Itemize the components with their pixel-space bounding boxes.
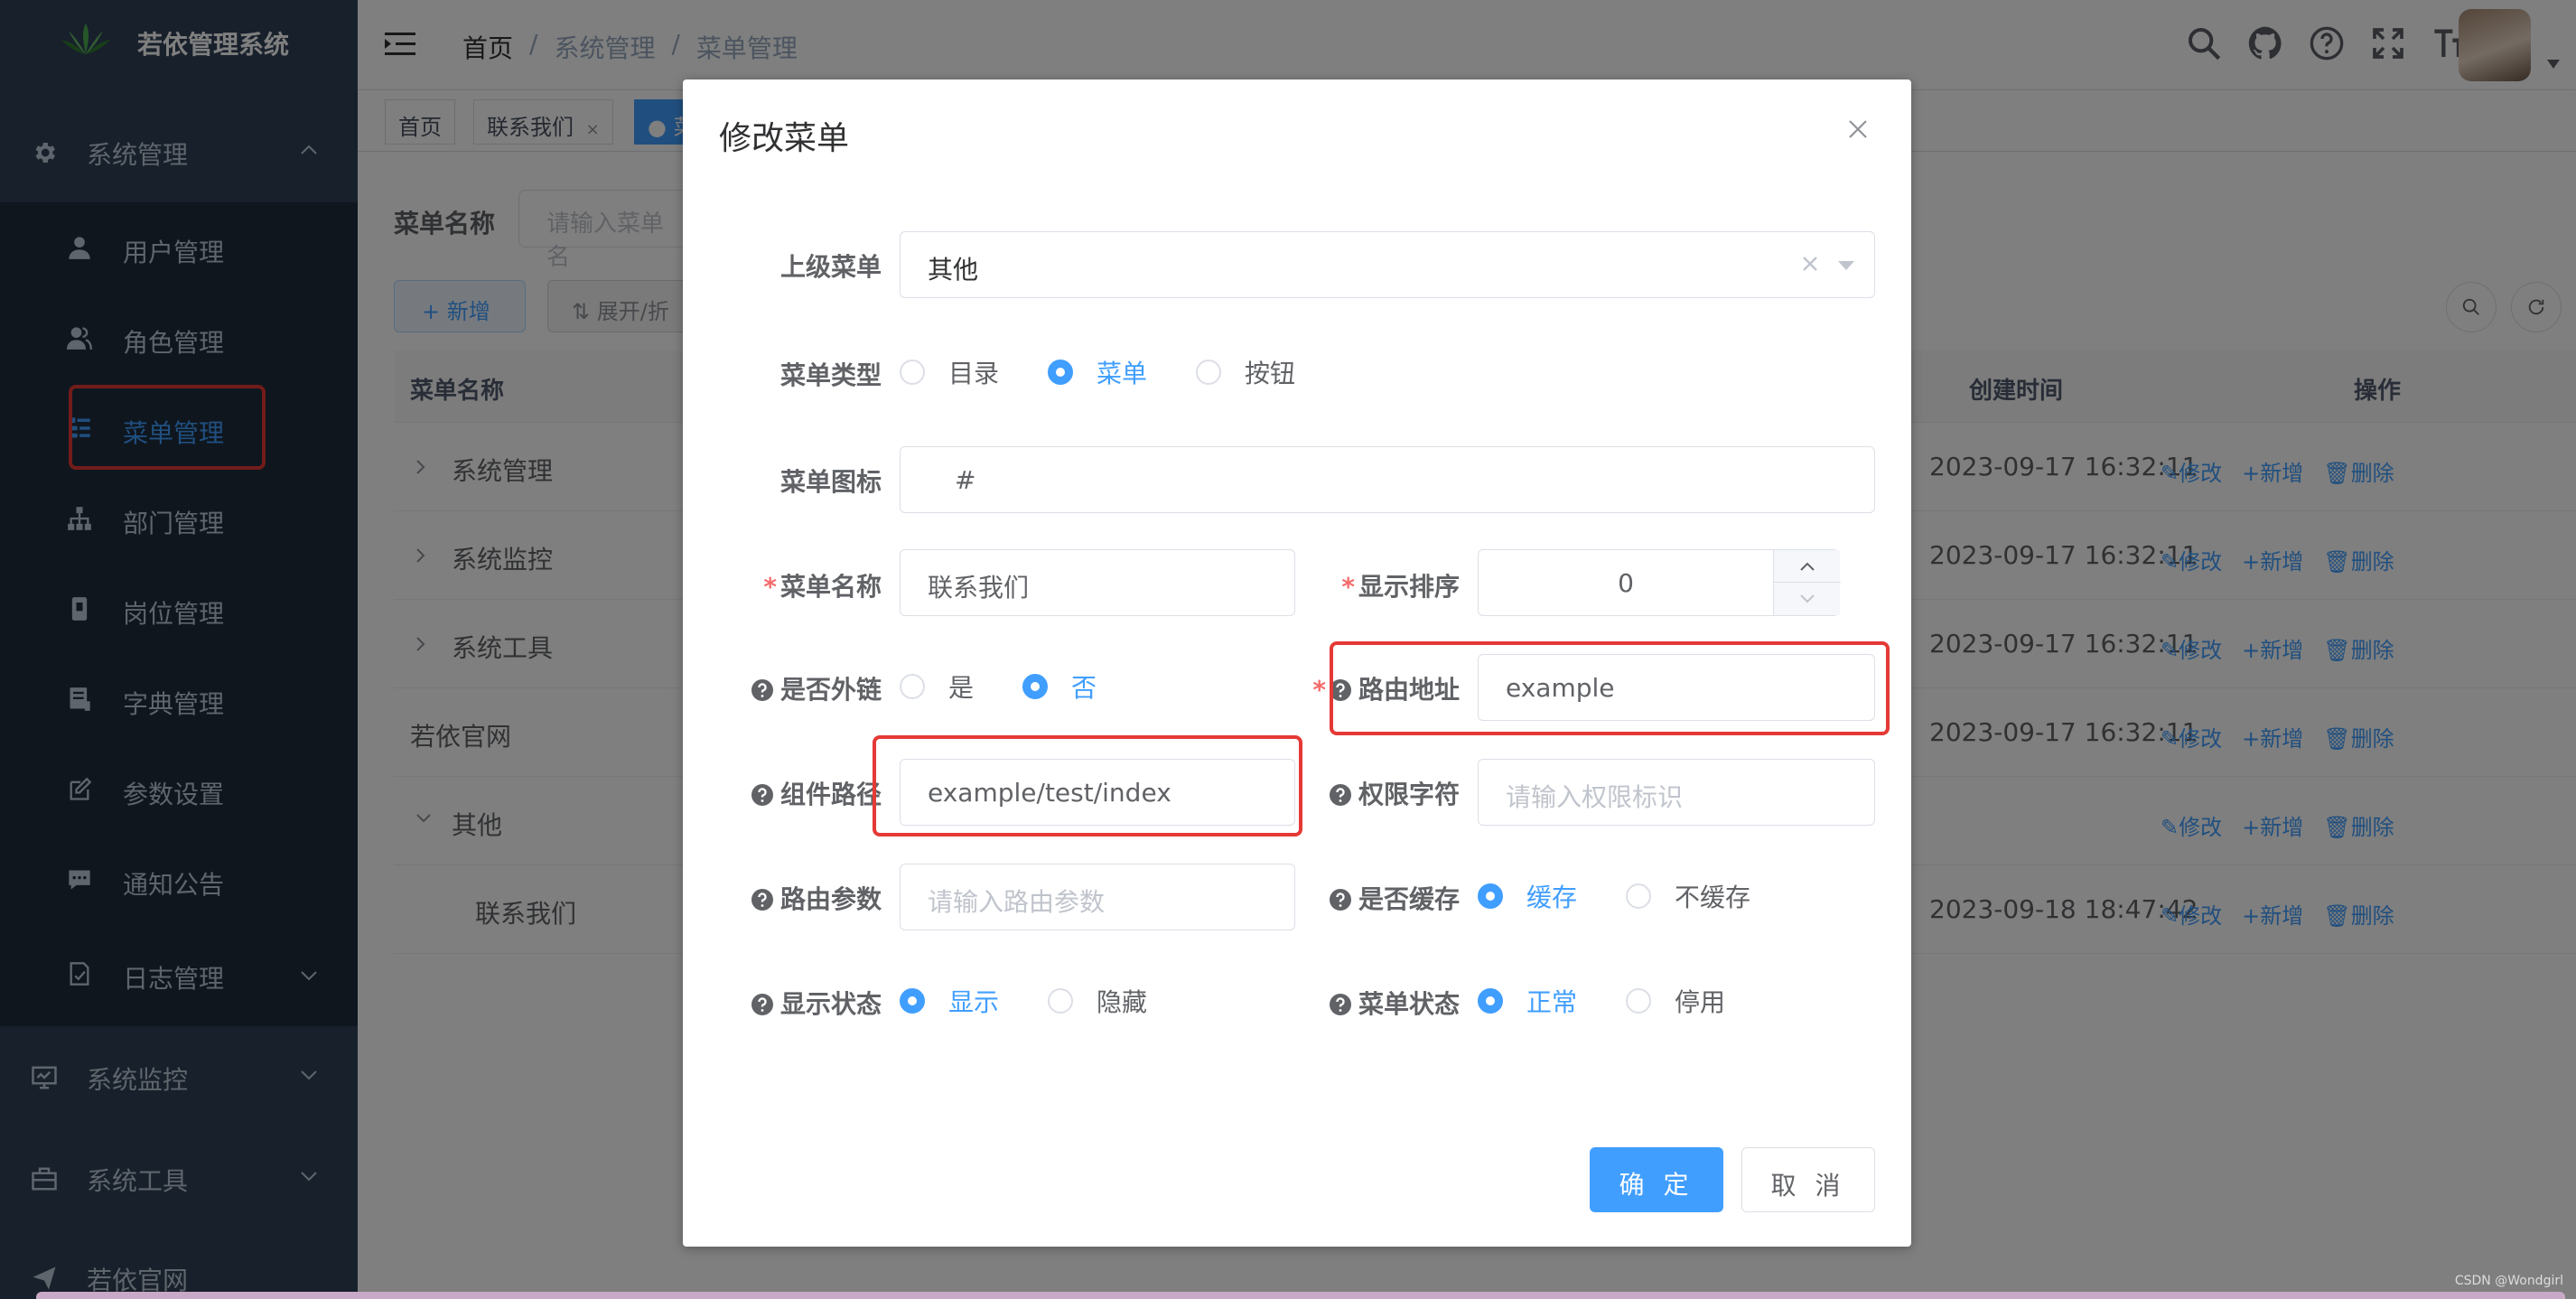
parent-menu-value: 其他 xyxy=(928,255,979,285)
route-query-label: 路由参数 xyxy=(737,880,882,916)
radio-label: 显示 xyxy=(948,987,1000,1017)
close-icon[interactable] xyxy=(1848,119,1868,139)
radio-dot xyxy=(1048,988,1073,1014)
cancel-button[interactable]: 取 消 xyxy=(1741,1147,1875,1212)
label-text: 显示排序 xyxy=(1358,572,1460,602)
radio-label: 不缓存 xyxy=(1675,883,1751,912)
label-text: 显示状态 xyxy=(779,989,882,1019)
question-circle-icon[interactable] xyxy=(751,994,773,1015)
permission-label: 权限字符 xyxy=(1315,775,1460,811)
display-order-value: 0 xyxy=(1618,568,1634,598)
status-radio-disabled[interactable]: 停用 xyxy=(1626,983,1725,1019)
menu-type-radio-directory[interactable]: 目录 xyxy=(900,354,999,390)
radio-dot xyxy=(1048,360,1073,385)
stepper-controls xyxy=(1773,550,1841,615)
radio-dot xyxy=(1478,883,1503,909)
question-circle-icon[interactable] xyxy=(1329,784,1351,806)
radio-dot xyxy=(900,360,925,385)
permission-input[interactable]: 请输入权限标识 xyxy=(1478,759,1875,826)
question-circle-icon[interactable] xyxy=(751,889,773,911)
display-order-label: * 显示排序 xyxy=(1315,567,1460,603)
label-text: 是否外链 xyxy=(779,675,882,705)
highlight-box-component xyxy=(873,735,1302,836)
clear-icon[interactable] xyxy=(1802,256,1818,272)
label-text: 组件路径 xyxy=(779,780,882,809)
required-mark: * xyxy=(1312,675,1326,705)
label-text: 菜单状态 xyxy=(1358,989,1460,1019)
radio-label: 是 xyxy=(948,673,975,703)
radio-label: 否 xyxy=(1071,673,1097,703)
radio-dot xyxy=(1022,674,1048,699)
menu-type-radio-button[interactable]: 按钮 xyxy=(1196,354,1295,390)
radio-dot xyxy=(1626,883,1651,909)
radio-label: 缓存 xyxy=(1526,883,1578,912)
cache-label: 是否缓存 xyxy=(1315,880,1460,916)
radio-dot xyxy=(900,674,925,699)
parent-menu-label: 上级菜单 xyxy=(779,252,882,282)
dialog-title: 修改菜单 xyxy=(719,120,850,157)
question-circle-icon[interactable] xyxy=(1329,889,1351,911)
chevron-down-icon xyxy=(1799,594,1815,603)
confirm-button[interactable]: 确 定 xyxy=(1590,1147,1723,1212)
increase-button[interactable] xyxy=(1774,550,1841,583)
label-text: 是否缓存 xyxy=(1358,884,1460,914)
menu-type-radio-menu[interactable]: 菜单 xyxy=(1048,354,1147,390)
radio-dot xyxy=(900,988,925,1014)
edit-menu-dialog: 修改菜单 上级菜单 其他 菜单类型 目录 菜单 按钮 菜单图标 # * 菜单名称 … xyxy=(683,79,1911,1247)
required-mark: * xyxy=(1341,572,1355,602)
label-text: 权限字符 xyxy=(1358,780,1460,809)
component-path-label: 组件路径 xyxy=(737,775,882,811)
display-order-stepper[interactable]: 0 xyxy=(1478,549,1841,616)
menu-icon-label: 菜单图标 xyxy=(779,467,882,497)
cache-radio-no[interactable]: 不缓存 xyxy=(1626,878,1750,914)
label-text: 菜单名称 xyxy=(779,572,882,602)
radio-label: 按钮 xyxy=(1245,359,1296,388)
menu-type-label: 菜单类型 xyxy=(779,360,882,390)
bottom-strip xyxy=(36,1292,2565,1299)
label-text: 路由参数 xyxy=(779,884,882,914)
external-radio-yes[interactable]: 是 xyxy=(900,668,974,705)
cache-radio-yes[interactable]: 缓存 xyxy=(1478,878,1577,914)
visible-radio-hide[interactable]: 隐藏 xyxy=(1048,983,1147,1019)
radio-label: 停用 xyxy=(1675,987,1726,1017)
external-radio-no[interactable]: 否 xyxy=(1022,668,1097,705)
external-link-label: 是否外链 xyxy=(737,670,882,706)
required-mark: * xyxy=(763,572,777,602)
radio-label: 正常 xyxy=(1526,987,1578,1017)
question-circle-icon[interactable] xyxy=(751,679,773,701)
route-query-input[interactable]: 请输入路由参数 xyxy=(900,864,1295,930)
radio-dot xyxy=(1626,988,1651,1014)
visible-radio-show[interactable]: 显示 xyxy=(900,983,999,1019)
radio-label: 隐藏 xyxy=(1097,987,1148,1017)
watermark: CSDN @Wondgirl xyxy=(2454,1274,2563,1288)
parent-menu-select[interactable]: 其他 xyxy=(900,231,1875,298)
question-circle-icon[interactable] xyxy=(1329,994,1351,1015)
menu-name-label: * 菜单名称 xyxy=(737,567,882,603)
status-radio-normal[interactable]: 正常 xyxy=(1478,983,1577,1019)
question-circle-icon[interactable] xyxy=(751,784,773,806)
visible-label: 显示状态 xyxy=(737,985,882,1021)
decrease-button[interactable] xyxy=(1774,583,1841,615)
radio-dot xyxy=(1478,988,1503,1014)
menu-name-input[interactable]: 联系我们 xyxy=(900,549,1295,616)
radio-label: 目录 xyxy=(948,359,1000,388)
radio-dot xyxy=(1196,360,1221,385)
radio-label: 菜单 xyxy=(1097,359,1148,388)
menu-status-label: 菜单状态 xyxy=(1315,985,1460,1021)
highlight-box-route xyxy=(1330,641,1890,735)
menu-icon-input[interactable]: # xyxy=(900,446,1875,513)
chevron-up-icon xyxy=(1799,562,1815,571)
caret-down-icon[interactable] xyxy=(1838,261,1854,270)
